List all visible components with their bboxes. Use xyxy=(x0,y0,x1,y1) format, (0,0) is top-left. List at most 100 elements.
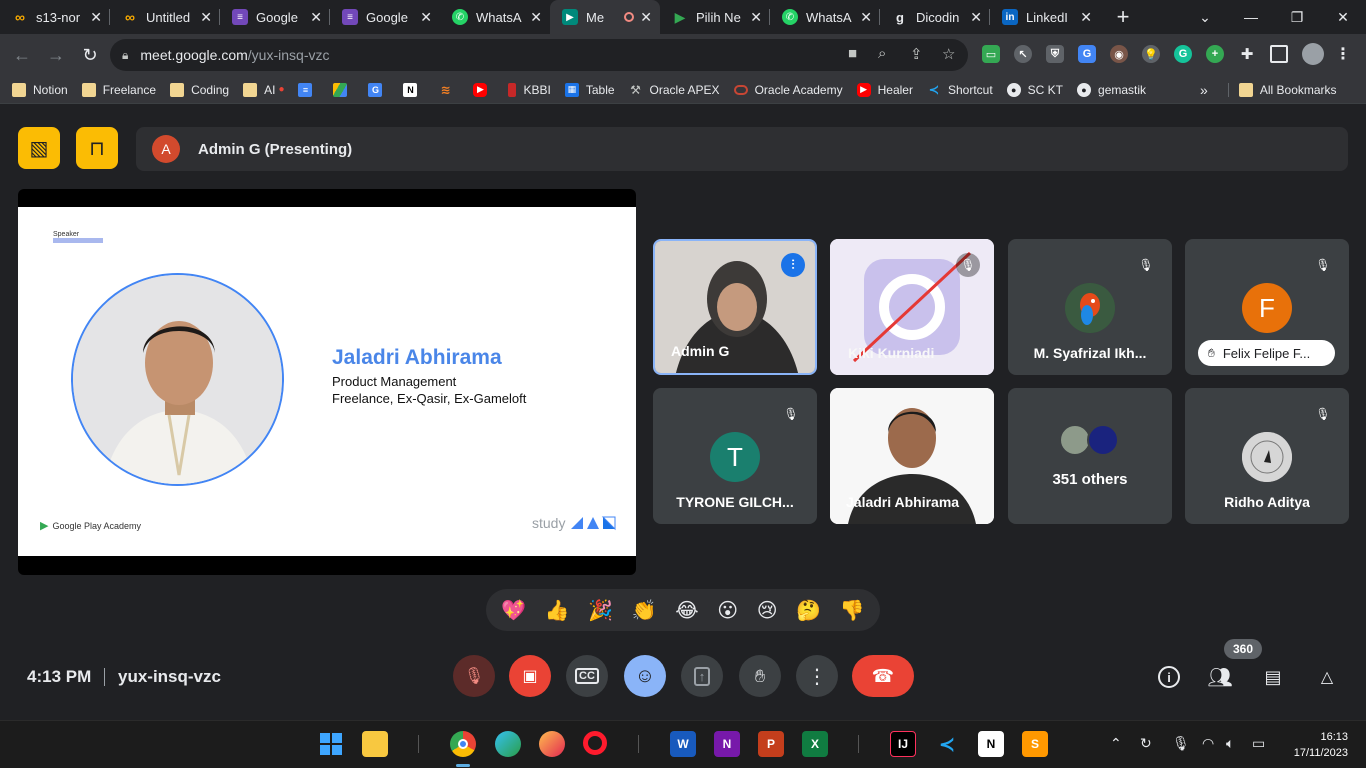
extension-icon[interactable]: ▭ xyxy=(982,45,1000,63)
reactions-button[interactable]: ☺ xyxy=(624,655,666,697)
camera-toggle-button[interactable]: ▣ xyxy=(509,655,551,697)
extension-icon[interactable]: G xyxy=(1078,45,1096,63)
camera-in-use-icon[interactable]: ■ xyxy=(848,45,857,62)
site-info-icon[interactable]: 🔒︎ xyxy=(122,48,128,63)
intellij-icon[interactable]: IJ xyxy=(890,731,916,757)
captions-button[interactable]: CC xyxy=(566,655,608,697)
tab[interactable]: ∞ s13-nor ✕ xyxy=(0,0,110,34)
all-bookmarks-button[interactable]: All Bookmarks xyxy=(1227,82,1337,97)
tab[interactable]: ∞ Untitled ✕ xyxy=(110,0,220,34)
leave-call-button[interactable]: ☎ xyxy=(852,655,914,697)
word-icon[interactable]: W xyxy=(670,731,696,757)
people-button[interactable]: 👥︎ xyxy=(1203,660,1237,694)
restore-button[interactable]: ❐ xyxy=(1274,0,1320,34)
participant-tile[interactable]: T 🎙︎ TYRONE GILCH... xyxy=(653,388,817,524)
bookmark-translate[interactable]: G xyxy=(368,82,389,97)
volume-icon[interactable]: 🔈︎ xyxy=(1226,735,1234,752)
participant-tile[interactable]: Jaladri Abhirama xyxy=(830,388,994,524)
bookmark-kbbi[interactable]: KBBI xyxy=(508,82,551,97)
reaction-party-popper[interactable]: 🎉 xyxy=(588,598,613,623)
bookmark-folder-ai[interactable]: AI ● xyxy=(243,82,284,97)
windows-start-icon[interactable] xyxy=(318,731,344,757)
opera-icon[interactable] xyxy=(583,731,607,755)
close-tab-icon[interactable]: ✕ xyxy=(750,9,762,26)
layout-button[interactable]: ⊓ xyxy=(76,127,118,169)
extension-icon[interactable]: ◉ xyxy=(1110,45,1128,63)
tab[interactable]: ≡ Google ✕ xyxy=(330,0,440,34)
bookmark-stackoverflow[interactable]: ≋ xyxy=(438,83,459,97)
bookmark-notion[interactable]: N xyxy=(403,82,424,97)
extension-icon[interactable]: ↖ xyxy=(1014,45,1032,63)
reaction-sparkling-heart[interactable]: 💖 xyxy=(501,598,526,623)
tab[interactable]: ✆ WhatsA ✕ xyxy=(440,0,550,34)
browser-menu-icon[interactable]: ⋮ xyxy=(1334,45,1352,63)
file-explorer-icon[interactable] xyxy=(362,731,388,757)
reaction-laughing[interactable]: 😂 xyxy=(675,598,698,623)
battery-icon[interactable]: ▭ xyxy=(1252,735,1265,752)
participant-tile[interactable]: F 🎙︎ ✋︎ Felix Felipe F... xyxy=(1185,239,1349,375)
reaction-thumbs-up[interactable]: 👍 xyxy=(545,598,570,623)
close-tab-icon[interactable]: ✕ xyxy=(420,9,432,26)
chat-button[interactable]: ▤ xyxy=(1256,660,1290,694)
presentation-view[interactable]: Speaker Jaladri Abhirama Product Managem… xyxy=(18,189,636,575)
onenote-icon[interactable]: N xyxy=(714,731,740,757)
participant-tile[interactable]: ⫶ Admin G xyxy=(653,239,817,375)
extension-icon[interactable]: + xyxy=(1206,45,1224,63)
reaction-crying[interactable]: 😢 xyxy=(757,598,778,623)
bookmark-shortcut[interactable]: ≺ Shortcut xyxy=(927,82,993,97)
tab-search-icon[interactable]: ⌄ xyxy=(1182,0,1228,34)
bookmark-youtube[interactable]: ▶ xyxy=(473,82,494,97)
back-button[interactable]: ← xyxy=(6,39,38,71)
profile-avatar[interactable] xyxy=(1302,43,1324,65)
zoom-icon[interactable]: ⌕ xyxy=(878,45,886,62)
extension-icon[interactable]: 💡 xyxy=(1142,45,1160,63)
forward-button[interactable]: → xyxy=(40,39,72,71)
excel-icon[interactable]: X xyxy=(802,731,828,757)
close-tab-icon[interactable]: ✕ xyxy=(200,9,212,26)
edge-icon[interactable] xyxy=(495,731,521,757)
side-panel-icon[interactable] xyxy=(1270,45,1288,63)
bookmark-healer[interactable]: ▶ Healer xyxy=(856,82,913,97)
bookmark-table[interactable]: ▦ Table xyxy=(564,82,615,97)
tab[interactable]: ▶ Pilih Ne ✕ xyxy=(660,0,770,34)
close-tab-icon[interactable]: ✕ xyxy=(90,9,102,26)
powerpoint-icon[interactable]: P xyxy=(758,731,784,757)
chrome-icon[interactable] xyxy=(450,731,476,757)
bookmarks-overflow-button[interactable]: » xyxy=(1200,82,1208,98)
participant-overflow-tile[interactable]: 351 others xyxy=(1008,388,1172,524)
participant-tile[interactable]: 🎙︎ Ridho Aditya xyxy=(1185,388,1349,524)
more-options-button[interactable]: ⋮ xyxy=(796,655,838,697)
share-icon[interactable]: ⇪ xyxy=(910,45,923,63)
bookmark-drive[interactable] xyxy=(333,82,354,97)
bookmark-star-icon[interactable]: ☆ xyxy=(942,45,955,63)
participant-tile[interactable]: 🎙︎ M. Syafrizal Ikh... xyxy=(1008,239,1172,375)
hide-tiles-button[interactable]: ▧ xyxy=(18,127,60,169)
reaction-thumbs-down[interactable]: 👎 xyxy=(840,598,865,623)
sync-icon[interactable]: ↻ xyxy=(1140,735,1152,752)
extension-icon[interactable]: ⛨ xyxy=(1046,45,1064,63)
tab[interactable]: ✆ WhatsA ✕ xyxy=(770,0,880,34)
firefox-icon[interactable] xyxy=(539,731,565,757)
present-screen-button[interactable]: ↑ xyxy=(681,655,723,697)
bookmark-docs[interactable]: ≡ xyxy=(298,82,319,97)
reaction-thinking[interactable]: 🤔 xyxy=(796,598,821,623)
tab[interactable]: g Dicodin ✕ xyxy=(880,0,990,34)
tab-active[interactable]: ▶ Me ✕ xyxy=(550,0,660,34)
activities-button[interactable]: △ xyxy=(1310,660,1344,694)
grammarly-icon[interactable]: G xyxy=(1174,45,1192,63)
notion-icon[interactable]: N xyxy=(978,731,1004,757)
raise-hand-button[interactable]: ✋︎ xyxy=(739,655,781,697)
close-window-button[interactable]: ✕ xyxy=(1320,0,1366,34)
tray-overflow-icon[interactable]: ⌃ xyxy=(1110,735,1122,752)
bookmark-oracle-apex[interactable]: ⚒ Oracle APEX xyxy=(629,83,719,97)
address-bar[interactable]: 🔒︎ meet.google.com/yux-insq-vzc ■ ⌕ ⇪ ☆ xyxy=(110,39,968,71)
bookmark-sc-kt[interactable]: ● SC KT xyxy=(1006,82,1063,97)
close-tab-icon[interactable]: ✕ xyxy=(640,9,652,26)
microphone-in-use-icon[interactable]: 🎙︎ xyxy=(1172,735,1190,752)
reload-button[interactable]: ↻ xyxy=(74,39,106,71)
reaction-surprised[interactable]: 😮 xyxy=(717,598,738,623)
vscode-icon[interactable]: ≺ xyxy=(934,731,960,757)
new-tab-button[interactable]: + xyxy=(1108,2,1138,32)
sublime-text-icon[interactable]: S xyxy=(1022,731,1048,757)
close-tab-icon[interactable]: ✕ xyxy=(860,9,872,26)
